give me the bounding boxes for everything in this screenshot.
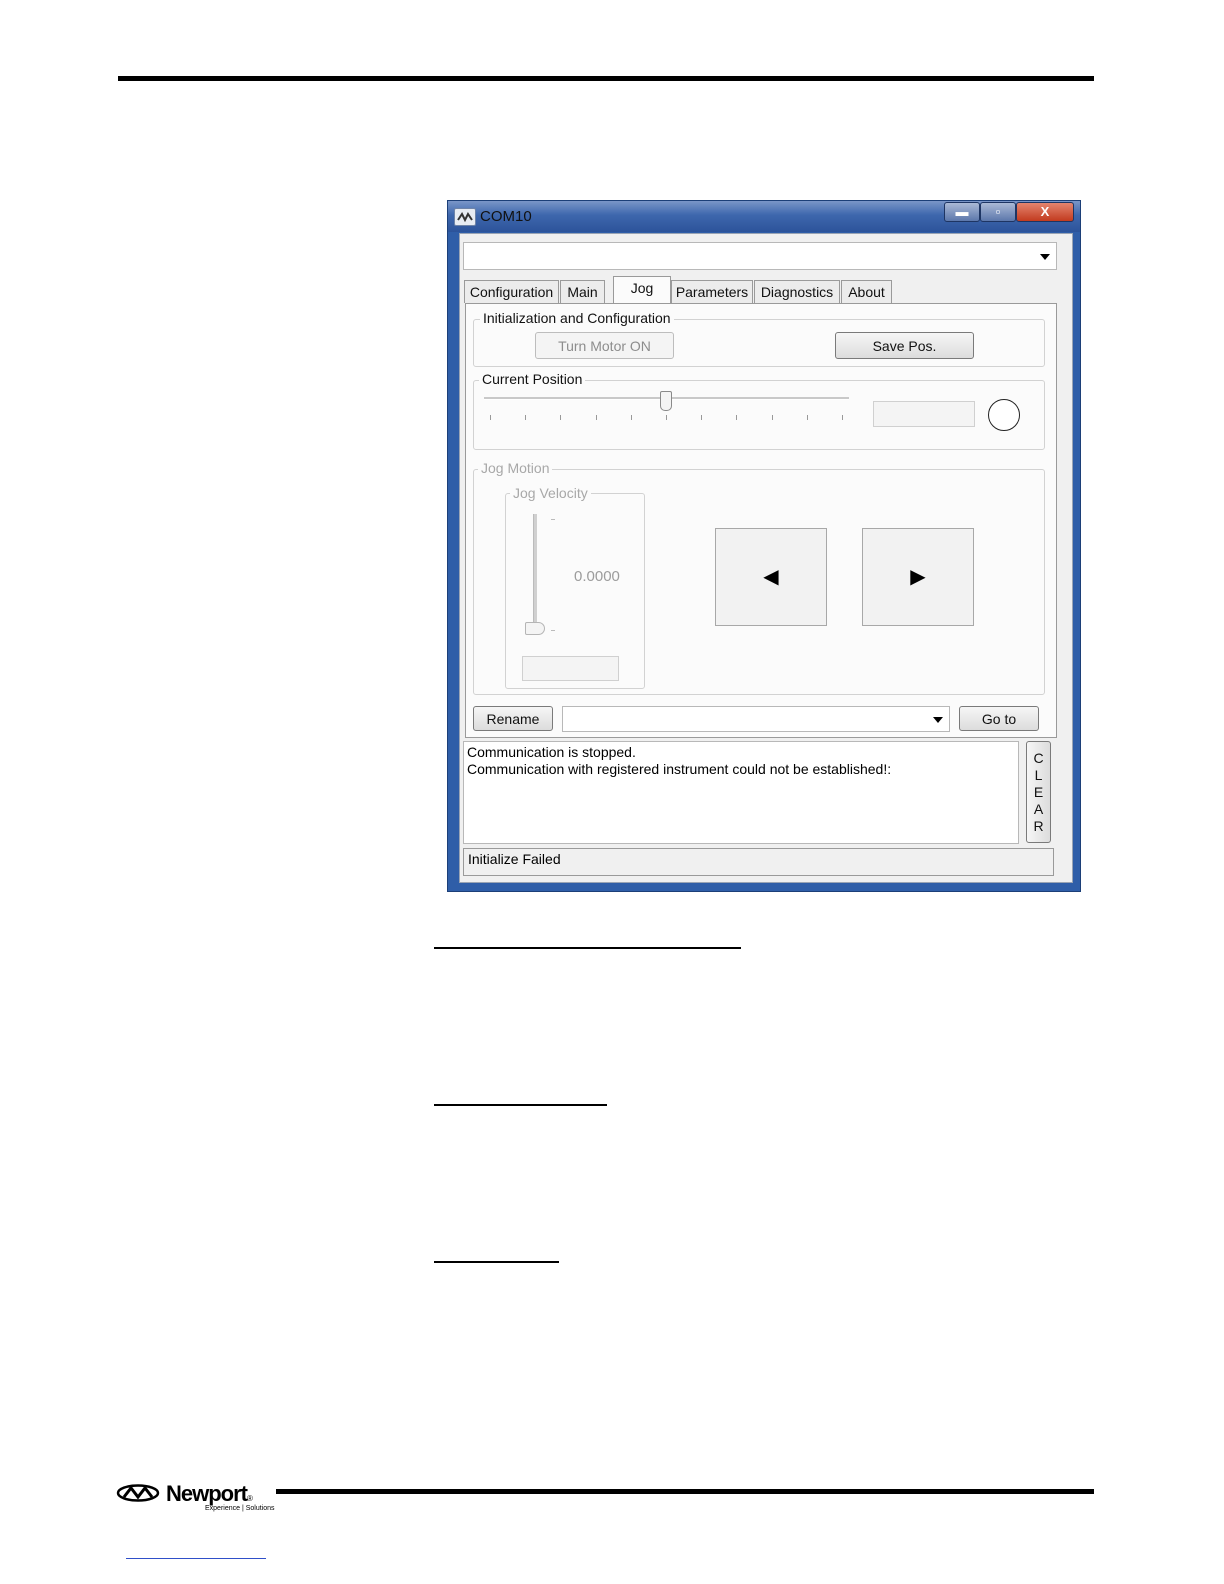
clear-letter: E	[1033, 784, 1044, 800]
position-readout	[873, 401, 975, 427]
instrument-select[interactable]	[463, 242, 1057, 270]
tab-jog[interactable]: Jog	[613, 276, 671, 304]
clear-letter: C	[1033, 750, 1044, 766]
newport-logo-text: Newport®	[166, 1481, 253, 1506]
jog-velocity-input[interactable]	[522, 656, 619, 681]
position-slider-thumb[interactable]	[660, 391, 672, 411]
position-slider-tick	[736, 415, 737, 420]
jog-left-button[interactable]: ◀	[715, 528, 827, 626]
position-slider-tick	[525, 415, 526, 420]
position-slider-tick	[701, 415, 702, 420]
position-slider-tick	[807, 415, 808, 420]
newport-app-icon	[454, 208, 476, 226]
velocity-slider-track	[533, 514, 537, 626]
velocity-slider-thumb[interactable]	[525, 622, 545, 635]
app-window: COM10 ▬ ▫ X Configuration Main Jog Param…	[447, 200, 1081, 892]
position-slider-ticks	[490, 415, 843, 421]
clear-letter: R	[1033, 818, 1044, 834]
velocity-tick-bottom	[551, 630, 555, 631]
tab-parameters[interactable]: Parameters	[671, 280, 753, 303]
log-line: Communication with registered instrument…	[467, 761, 892, 777]
footer-link-underline[interactable]	[126, 1558, 266, 1559]
status-bar: Initialize Failed	[463, 848, 1054, 876]
arrow-left-icon: ◀	[763, 566, 779, 588]
clear-log-button[interactable]: C L E A R	[1026, 741, 1051, 843]
rename-button[interactable]: Rename	[473, 706, 553, 731]
chevron-down-icon	[933, 717, 943, 723]
tab-configuration[interactable]: Configuration	[464, 280, 559, 303]
jog-tab-panel: Initialization and Configuration Turn Mo…	[465, 303, 1057, 738]
position-slider-tick	[596, 415, 597, 420]
section-heading-underline	[434, 1261, 559, 1263]
init-config-label: Initialization and Configuration	[480, 310, 674, 326]
footer-rule	[276, 1489, 1094, 1494]
tab-diagnostics[interactable]: Diagnostics	[754, 280, 840, 303]
chevron-down-icon	[1040, 254, 1050, 260]
turn-motor-on-button[interactable]: Turn Motor ON	[535, 332, 674, 359]
close-icon[interactable]: X	[1016, 202, 1074, 222]
section-heading-underline	[434, 1104, 607, 1106]
clear-letter: L	[1034, 767, 1043, 783]
position-name-select[interactable]	[562, 706, 950, 732]
position-slider-tick	[490, 415, 491, 420]
title-bar[interactable]: COM10 ▬ ▫ X	[448, 201, 1080, 232]
newport-logo-icon	[116, 1483, 160, 1503]
maximize-icon[interactable]: ▫	[980, 202, 1016, 222]
position-slider-tick	[631, 415, 632, 420]
window-title: COM10	[480, 208, 532, 225]
newport-tagline: Experience | Solutions	[205, 1505, 275, 1512]
clear-letter: A	[1033, 801, 1044, 817]
jog-motion-label: Jog Motion	[478, 460, 553, 476]
log-line: Communication is stopped.	[467, 744, 636, 760]
section-heading-underline	[434, 947, 741, 949]
minimize-icon[interactable]: ▬	[944, 202, 980, 222]
position-slider-tick	[666, 415, 667, 420]
current-position-label: Current Position	[479, 371, 586, 387]
position-slider-tick	[842, 415, 843, 420]
jog-right-button[interactable]: ▶	[862, 528, 974, 626]
velocity-tick-top	[551, 519, 555, 520]
go-to-button[interactable]: Go to	[959, 706, 1039, 731]
jog-velocity-label: Jog Velocity	[510, 485, 591, 501]
tab-main[interactable]: Main	[560, 280, 605, 303]
position-slider-tick	[772, 415, 773, 420]
header-rule	[118, 76, 1094, 81]
position-slider-tick	[560, 415, 561, 420]
jog-velocity-value: 0.0000	[574, 568, 620, 585]
window-client-area: Configuration Main Jog Parameters Diagno…	[459, 233, 1073, 883]
tab-about[interactable]: About	[841, 280, 892, 303]
message-log[interactable]: Communication is stopped. Communication …	[463, 741, 1019, 844]
status-indicator-circle	[988, 399, 1020, 431]
save-pos-button[interactable]: Save Pos.	[835, 332, 974, 359]
arrow-right-icon: ▶	[910, 566, 926, 588]
